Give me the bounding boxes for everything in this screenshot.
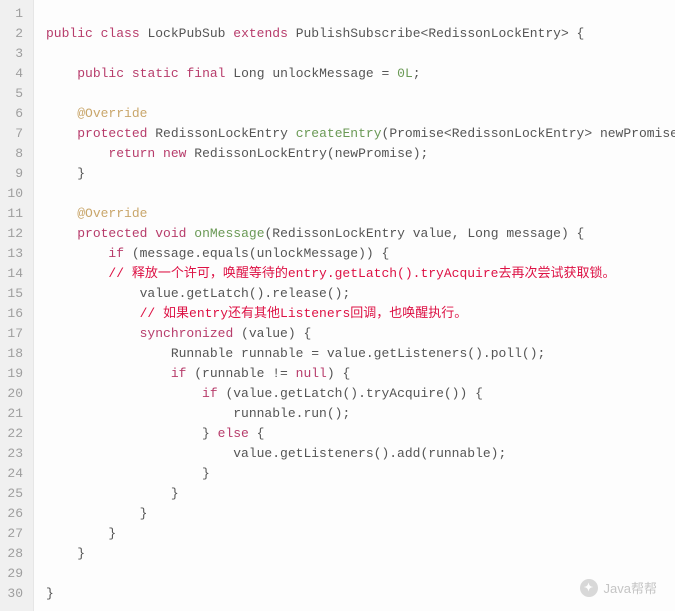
code-line: Runnable runnable = value.getListeners()… xyxy=(46,344,675,364)
code-line: value.getLatch().release(); xyxy=(46,284,675,304)
line-number: 5 xyxy=(6,84,23,104)
line-number: 24 xyxy=(6,464,23,484)
code-area: public class LockPubSub extends PublishS… xyxy=(34,0,675,611)
code-line: } else { xyxy=(46,424,675,444)
line-number: 14 xyxy=(6,264,23,284)
line-number: 25 xyxy=(6,484,23,504)
code-line: if (message.equals(unlockMessage)) { xyxy=(46,244,675,264)
line-number: 4 xyxy=(6,64,23,84)
line-number: 13 xyxy=(6,244,23,264)
line-number: 18 xyxy=(6,344,23,364)
wechat-icon: ✦ xyxy=(580,579,598,597)
code-line xyxy=(46,84,675,104)
code-line: } xyxy=(46,524,675,544)
line-number: 10 xyxy=(6,184,23,204)
line-number: 30 xyxy=(6,584,23,604)
code-line: return new RedissonLockEntry(newPromise)… xyxy=(46,144,675,164)
code-line xyxy=(46,184,675,204)
line-number: 3 xyxy=(6,44,23,64)
line-number: 15 xyxy=(6,284,23,304)
watermark-text: Java帮帮 xyxy=(604,578,657,597)
code-line: public class LockPubSub extends PublishS… xyxy=(46,24,675,44)
code-line: value.getListeners().add(runnable); xyxy=(46,444,675,464)
code-line: @Override xyxy=(46,204,675,224)
code-line: if (runnable != null) { xyxy=(46,364,675,384)
code-line xyxy=(46,4,675,24)
line-number: 20 xyxy=(6,384,23,404)
line-number: 6 xyxy=(6,104,23,124)
line-number: 7 xyxy=(6,124,23,144)
line-number: 1 xyxy=(6,4,23,24)
code-line: protected void onMessage(RedissonLockEnt… xyxy=(46,224,675,244)
code-editor: 1234567891011121314151617181920212223242… xyxy=(0,0,675,611)
code-line: if (value.getLatch().tryAcquire()) { xyxy=(46,384,675,404)
code-line: } xyxy=(46,164,675,184)
line-number: 12 xyxy=(6,224,23,244)
line-number: 21 xyxy=(6,404,23,424)
code-line: } xyxy=(46,484,675,504)
line-number: 27 xyxy=(6,524,23,544)
code-line: synchronized (value) { xyxy=(46,324,675,344)
watermark: ✦ Java帮帮 xyxy=(580,578,657,597)
line-number: 23 xyxy=(6,444,23,464)
code-line: @Override xyxy=(46,104,675,124)
line-number: 11 xyxy=(6,204,23,224)
line-number: 16 xyxy=(6,304,23,324)
code-line: // 释放一个许可，唤醒等待的entry.getLatch().tryAcqui… xyxy=(46,264,675,284)
line-number: 26 xyxy=(6,504,23,524)
code-line: runnable.run(); xyxy=(46,404,675,424)
line-number: 19 xyxy=(6,364,23,384)
code-line: } xyxy=(46,464,675,484)
code-line: } xyxy=(46,504,675,524)
code-line xyxy=(46,44,675,64)
code-line: public static final Long unlockMessage =… xyxy=(46,64,675,84)
code-line: } xyxy=(46,544,675,564)
line-number: 8 xyxy=(6,144,23,164)
code-line: // 如果entry还有其他Listeners回调，也唤醒执行。 xyxy=(46,304,675,324)
line-number: 22 xyxy=(6,424,23,444)
line-number: 29 xyxy=(6,564,23,584)
line-number-gutter: 1234567891011121314151617181920212223242… xyxy=(0,0,34,611)
line-number: 2 xyxy=(6,24,23,44)
line-number: 17 xyxy=(6,324,23,344)
code-line: protected RedissonLockEntry createEntry(… xyxy=(46,124,675,144)
line-number: 28 xyxy=(6,544,23,564)
line-number: 9 xyxy=(6,164,23,184)
